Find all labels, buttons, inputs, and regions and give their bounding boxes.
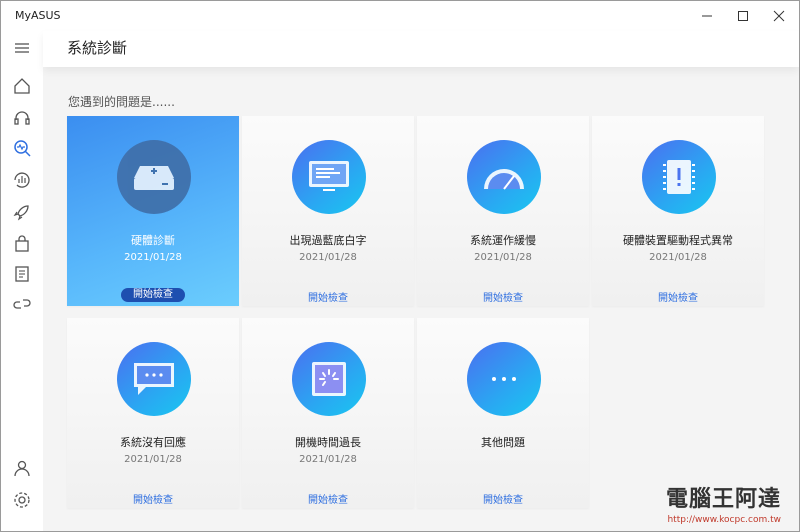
start-check-button[interactable]: 開始檢查: [67, 491, 239, 506]
card-driver-error[interactable]: 硬體裝置驅動程式異常 2021/01/28 開始檢查: [592, 116, 764, 306]
card-not-responding[interactable]: 系統沒有回應 2021/01/28 開始檢查: [67, 318, 239, 508]
card-date: 2021/01/28: [474, 252, 532, 263]
start-check-button[interactable]: 開始檢查: [242, 491, 414, 506]
maximize-icon: [738, 11, 748, 21]
sidebar: [1, 31, 43, 531]
minimize-button[interactable]: [689, 1, 725, 31]
card-date: 2021/01/28: [124, 454, 182, 465]
card-name: 開機時間過長: [295, 436, 361, 449]
news-icon[interactable]: [11, 263, 33, 285]
minimize-icon: [702, 15, 712, 17]
card-name: 系統沒有回應: [120, 436, 186, 449]
card-name: 系統運作緩慢: [470, 234, 536, 247]
start-check-button[interactable]: 開始檢查: [121, 288, 185, 302]
chip-warning-icon: [642, 140, 716, 214]
watermark-url: http://www.kocpc.com.tw: [667, 515, 781, 525]
page-title: 系統診斷: [67, 39, 128, 57]
start-check-button[interactable]: 開始檢查: [592, 289, 764, 304]
loading-screen-icon: [292, 342, 366, 416]
card-date: 2021/01/28: [299, 454, 357, 465]
menu-icon[interactable]: [11, 37, 33, 59]
start-check-button[interactable]: 開始檢查: [417, 491, 589, 506]
app-title: MyASUS: [15, 9, 61, 22]
rocket-icon[interactable]: [11, 201, 33, 223]
start-check-button[interactable]: 開始檢查: [242, 289, 414, 304]
home-icon[interactable]: [11, 75, 33, 97]
card-name: 出現過藍底白字: [289, 234, 367, 247]
card-date: 2021/01/28: [299, 252, 357, 263]
app-window: MyASUS 系統診斷 您遇到的問題是...... 硬體診斷 2021/01/2…: [0, 0, 800, 532]
diagnosis-icon[interactable]: [11, 137, 33, 159]
card-system-slow[interactable]: 系統運作緩慢 2021/01/28 開始檢查: [417, 116, 589, 306]
watermark-text: 電腦王阿達: [665, 487, 781, 512]
card-blue-screen[interactable]: 出現過藍底白字 2021/01/28 開始檢查: [242, 116, 414, 306]
drive-icon: [117, 140, 191, 214]
close-button[interactable]: [761, 1, 797, 31]
title-bar: MyASUS: [1, 1, 799, 31]
start-check-button[interactable]: 開始檢查: [417, 289, 589, 304]
more-icon: [467, 342, 541, 416]
prompt-text: 您遇到的問題是......: [68, 95, 175, 109]
shopping-bag-icon[interactable]: [11, 233, 33, 255]
card-date: 2021/01/28: [649, 252, 707, 263]
page-header: 系統診斷: [43, 31, 799, 67]
card-other-issues[interactable]: 其他問題 開始檢查: [417, 318, 589, 508]
performance-icon[interactable]: [11, 169, 33, 191]
card-name: 硬體診斷: [131, 234, 175, 247]
card-name: 其他問題: [481, 436, 525, 449]
link-icon[interactable]: [11, 293, 33, 315]
headset-icon[interactable]: [11, 107, 33, 129]
maximize-button[interactable]: [725, 1, 761, 31]
close-icon: [773, 10, 785, 22]
card-date: 2021/01/28: [124, 252, 182, 263]
chat-bubble-icon: [117, 342, 191, 416]
watermark: 電腦王阿達 http://www.kocpc.com.tw: [623, 485, 793, 529]
monitor-icon: [292, 140, 366, 214]
settings-icon[interactable]: [11, 489, 33, 511]
speedometer-icon: [467, 140, 541, 214]
card-slow-boot[interactable]: 開機時間過長 2021/01/28 開始檢查: [242, 318, 414, 508]
user-icon[interactable]: [11, 457, 33, 479]
card-hardware-diagnosis[interactable]: 硬體診斷 2021/01/28 開始檢查: [67, 116, 239, 306]
card-name: 硬體裝置驅動程式異常: [623, 234, 733, 247]
